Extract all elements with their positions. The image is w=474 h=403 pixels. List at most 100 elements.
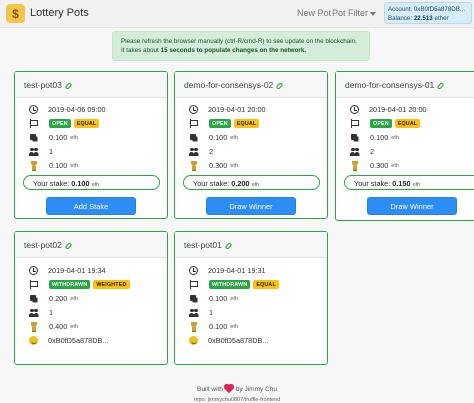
navbar: $ Lottery Pots New Pot Pot Filter Accoun… [0,0,474,28]
balance-label: Balance: [388,15,413,22]
type-badge: EQUAL [73,119,100,128]
pot-card-header: test-pot02 [15,232,167,258]
brand-title[interactable]: Lottery Pots [30,7,89,19]
link-icon[interactable] [224,241,233,250]
coins-icon [29,133,39,142]
add-stake-button[interactable]: Add Stake [46,197,136,215]
trophy-icon [350,161,360,171]
pot-time-row: 2019-04-06 09:00 [29,105,106,114]
pot-participants-row: 2 [189,147,213,156]
pot-name[interactable]: demo-for-consensys-01 [345,80,434,90]
pot-name[interactable]: test-pot03 [24,80,62,90]
pot-winner-row: 0xB0fD5a878DB... [189,336,268,345]
link-icon[interactable] [64,81,73,90]
users-icon [350,147,360,156]
pot-prize-row: 0.100 eth [29,161,78,171]
account-address: 0xB0fD5a878DB... [413,6,466,13]
flag-icon [350,119,360,128]
footer-built-with: Built with [196,386,223,393]
pot-card: test-pot03 2019-04-06 09:00 OPEN EQUAL 0.… [14,71,168,219]
pot-card-header: test-pot01 [175,232,327,258]
status-badge: OPEN [49,119,71,128]
pot-time-row: 2019-04-01 19:34 [29,266,106,275]
pot-name[interactable]: demo-for-consensys-02 [184,80,273,90]
users-icon [189,147,199,156]
trophy-icon [29,322,39,332]
pot-amount-row: 0.100 eth [350,133,399,142]
type-badge: EQUAL [394,119,421,128]
your-stake: Your stake: 0.150 eth [344,175,474,190]
clock-icon [189,266,198,275]
trophy-icon [29,161,39,171]
type-badge: EQUAL [253,280,279,289]
flag-icon [29,280,39,289]
users-icon [29,147,39,156]
clock-icon [29,105,38,114]
refresh-alert: Please refresh the browser manually (ctr… [112,31,370,61]
pot-card-header: demo-for-consensys-02 [175,72,327,98]
balance-unit: ether [434,15,449,22]
flag-icon [29,119,39,128]
pot-status-row: OPEN EQUAL [29,119,102,128]
alert-line-2: It takes about 15 seconds to populate ch… [121,47,307,54]
account-label: Account: [388,6,413,13]
pot-participants-row: 2 [350,147,374,156]
status-badge: OPEN [370,119,392,128]
clock-icon [29,266,38,275]
alert-line-1: Please refresh the browser manually (ctr… [121,38,357,45]
draw-winner-button[interactable]: Draw Winner [367,197,457,215]
pot-amount-row: 0.100 eth [29,133,78,142]
status-badge: WITHDRAWN [209,280,251,289]
clock-icon [189,105,198,114]
coins-icon [189,133,199,142]
footer-author: by Jimmy Chu [235,386,277,393]
link-icon[interactable] [64,241,73,250]
clock-icon [350,105,359,114]
pot-card-header: test-pot03 [15,72,167,98]
coins-icon [29,294,39,303]
new-pot-link[interactable]: New Pot [297,8,331,18]
pot-amount-row: 0.100 eth [189,133,238,142]
smiley-icon [189,336,198,345]
pot-status-row: WITHDRAWN WEIGHTED [29,280,133,289]
footer: Built with by Jimmy Chu [0,385,474,394]
footer-repo-link[interactable]: repo: jimmychu0807/truffle-frontend [0,397,474,403]
coins-icon [350,133,360,142]
type-badge: WEIGHTED [93,280,130,289]
pot-participants-row: 1 [189,308,213,317]
pot-name[interactable]: test-pot02 [24,240,62,250]
pot-time-row: 2019-04-01 20:00 [189,105,266,114]
pot-participants-row: 1 [29,147,53,156]
your-stake: Your stake: 0.200 eth [183,175,320,190]
users-icon [29,308,39,317]
caret-down-icon [370,11,377,16]
flag-icon [189,280,199,289]
pot-status-row: OPEN EQUAL [189,119,262,128]
pot-card: demo-for-consensys-01 2019-04-01 20:00 O… [335,71,474,221]
pot-status-row: WITHDRAWN EQUAL [189,280,282,289]
trophy-icon [189,322,199,332]
heart-icon [224,385,234,394]
draw-winner-button[interactable]: Draw Winner [206,197,296,215]
pot-card: demo-for-consensys-02 2019-04-01 20:00 O… [174,71,328,219]
pot-name[interactable]: test-pot01 [184,240,222,250]
trophy-icon [189,161,199,171]
link-icon[interactable] [275,81,284,90]
smiley-icon [29,336,38,345]
money-bag-icon[interactable]: $ [6,4,25,23]
pot-prize-row: 0.400 eth [29,322,78,332]
balance-value: 22.513 [413,15,433,22]
link-icon[interactable] [436,81,445,90]
type-badge: EQUAL [233,119,260,128]
pot-card: test-pot01 2019-04-01 19:31 WITHDRAWN EQU… [174,231,328,365]
pot-status-row: OPEN EQUAL [350,119,423,128]
pot-amount-row: 0.100 eth [189,294,238,303]
pot-amount-row: 0.200 eth [29,294,78,303]
account-info: Account: 0xB0fD5a878DB... Balance: 22.51… [384,2,472,24]
pot-filter-label: Pot Filter [332,8,369,18]
pot-prize-row: 0.300 eth [189,161,238,171]
pot-prize-row: 0.100 eth [189,322,238,332]
pot-filter-dropdown[interactable]: Pot Filter [332,8,377,18]
flag-icon [189,119,199,128]
pot-card-header: demo-for-consensys-01 [336,72,474,98]
